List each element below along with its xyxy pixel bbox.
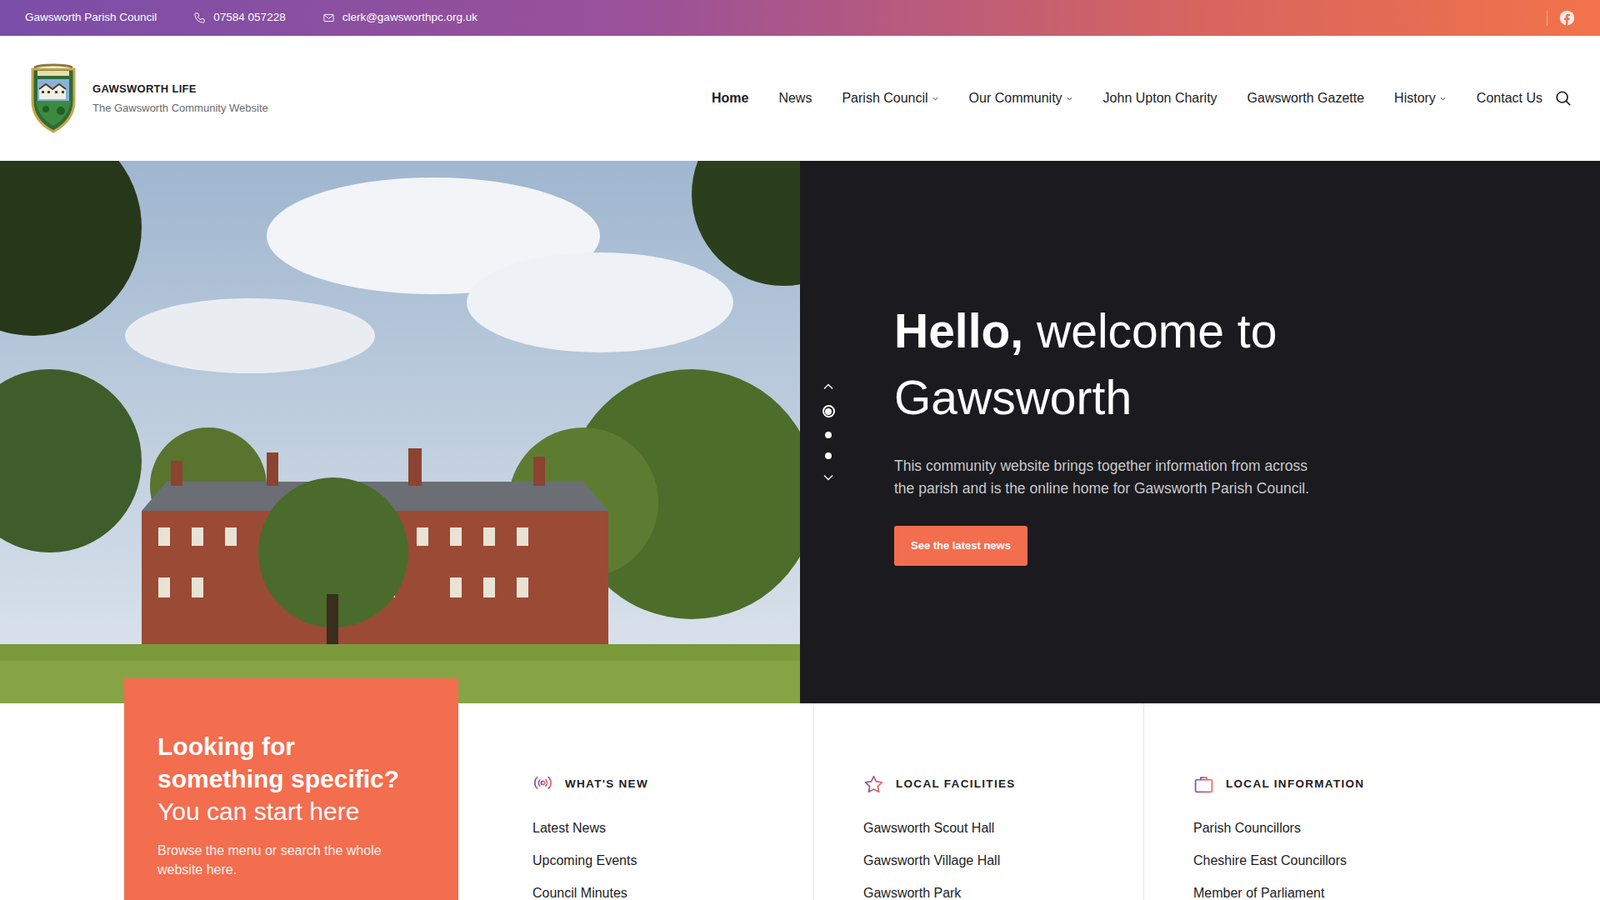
email-address: clerk@gawsworthpc.org.uk bbox=[342, 9, 478, 26]
heading-bold: Hello, bbox=[894, 304, 1024, 358]
search-icon[interactable] bbox=[1554, 89, 1573, 108]
column-link[interactable]: Upcoming Events bbox=[532, 844, 797, 877]
site-header: GAWSWORTH LIFE The Gawsworth Community We… bbox=[0, 35, 1600, 161]
brand-text: GAWSWORTH LIFE The Gawsworth Community We… bbox=[92, 80, 269, 116]
chevron-down-icon bbox=[1439, 95, 1447, 103]
link-column: LOCAL FACILITIESGawsworth Scout HallGaws… bbox=[813, 703, 1144, 900]
nav-item[interactable]: News bbox=[778, 88, 812, 109]
column-link[interactable]: Parish Councillors bbox=[1193, 811, 1457, 845]
quick-links: Looking for something specific?You can s… bbox=[0, 703, 1600, 900]
broadcast-icon bbox=[532, 774, 554, 795]
site-title[interactable]: GAWSWORTH LIFE bbox=[92, 80, 269, 98]
phone-link[interactable]: 07584 057228 bbox=[193, 9, 285, 26]
arrow-up-icon[interactable] bbox=[822, 382, 835, 391]
crest-logo-icon[interactable] bbox=[27, 62, 80, 135]
column-link[interactable]: Latest News bbox=[532, 811, 797, 845]
brand-link[interactable]: GAWSWORTH LIFE The Gawsworth Community We… bbox=[27, 62, 269, 135]
facebook-icon[interactable] bbox=[1559, 10, 1575, 26]
column-title: LOCAL FACILITIES bbox=[895, 775, 1016, 793]
latest-news-button[interactable]: See the latest news bbox=[894, 525, 1028, 566]
column-link[interactable]: Council Minutes bbox=[532, 876, 797, 900]
hero-panel: Hello, welcome to Gawsworth This communit… bbox=[800, 160, 1600, 704]
nav-label: Gawsworth Gazette bbox=[1247, 88, 1365, 109]
star-icon bbox=[863, 774, 885, 795]
nav-item[interactable]: Parish Council bbox=[841, 88, 939, 109]
link-column: LOCAL INFORMATION Parish CouncillorsChesh… bbox=[1143, 703, 1474, 900]
search-subtitle: You can start here bbox=[157, 795, 427, 828]
phone-icon bbox=[193, 11, 206, 25]
hall-photo bbox=[0, 160, 800, 704]
hero-heading: Hello, welcome to Gawsworth bbox=[894, 298, 1428, 430]
mail-icon bbox=[322, 11, 335, 25]
nav-label: History bbox=[1394, 88, 1436, 109]
column-link[interactable]: Member of Parliament bbox=[1193, 876, 1457, 900]
nav-item[interactable]: Contact Us bbox=[1476, 88, 1543, 109]
column-title: WHAT'S NEW bbox=[565, 775, 649, 793]
top-bar: Gawsworth Parish Council 07584 057228 cler… bbox=[0, 0, 1600, 36]
nav-label: Our Community bbox=[969, 88, 1063, 109]
nav-label: Parish Council bbox=[841, 88, 928, 109]
column-link[interactable]: Gawsworth Park bbox=[863, 876, 1127, 900]
nav-item[interactable]: Our Community bbox=[969, 88, 1074, 109]
top-divider bbox=[1546, 10, 1548, 26]
column-link[interactable]: Gawsworth Scout Hall bbox=[863, 811, 1127, 845]
nav-item[interactable]: John Upton Charity bbox=[1103, 88, 1218, 109]
column-header: WHAT'S NEW bbox=[532, 774, 797, 795]
nav-item[interactable]: Home bbox=[711, 88, 749, 109]
briefcase-icon bbox=[1193, 774, 1215, 795]
hero-content: Hello, welcome to Gawsworth This communit… bbox=[894, 298, 1428, 565]
column-header: LOCAL FACILITIES bbox=[863, 774, 1127, 795]
slide-dot[interactable] bbox=[825, 452, 832, 460]
nav-item[interactable]: History bbox=[1394, 88, 1447, 109]
search-box[interactable]: Looking for something specific?You can s… bbox=[124, 678, 459, 900]
column-link[interactable]: Gawsworth Village Hall bbox=[863, 844, 1127, 877]
nav-label: Contact Us bbox=[1476, 88, 1543, 109]
column-link[interactable]: Cheshire East Councillors bbox=[1193, 844, 1457, 877]
link-column: WHAT'S NEW Latest NewsUpcoming EventsCoun… bbox=[483, 703, 814, 900]
slide-dot[interactable] bbox=[822, 405, 835, 418]
hero-text: This community website brings together i… bbox=[894, 455, 1320, 500]
hero-photo bbox=[0, 160, 800, 704]
chevron-down-icon bbox=[931, 95, 940, 103]
nav-label: John Upton Charity bbox=[1103, 88, 1218, 109]
search-text: Browse the menu or search the whole webs… bbox=[157, 840, 427, 880]
slider-controls bbox=[822, 382, 835, 482]
main-nav: Home News Parish Council Our Community John … bbox=[711, 88, 1573, 109]
email-link[interactable]: clerk@gawsworthpc.org.uk bbox=[322, 9, 478, 26]
hero: Hello, welcome to Gawsworth This communit… bbox=[0, 160, 1600, 704]
nav-list: Home News Parish Council Our Community John … bbox=[711, 88, 1543, 109]
chevron-down-icon bbox=[1065, 95, 1074, 103]
search-title: Looking for something specific? bbox=[157, 730, 427, 795]
site-tagline: The Gawsworth Community Website bbox=[92, 100, 269, 117]
org-name: Gawsworth Parish Council bbox=[25, 9, 157, 26]
slide-dot[interactable] bbox=[825, 431, 832, 439]
arrow-down-icon[interactable] bbox=[822, 473, 835, 482]
phone-number: 07584 057228 bbox=[213, 9, 285, 26]
column-title: LOCAL INFORMATION bbox=[1225, 775, 1365, 793]
nav-item[interactable]: Gawsworth Gazette bbox=[1247, 88, 1365, 109]
nav-label: Home bbox=[711, 88, 749, 109]
column-header: LOCAL INFORMATION bbox=[1193, 774, 1457, 795]
nav-label: News bbox=[778, 88, 812, 109]
